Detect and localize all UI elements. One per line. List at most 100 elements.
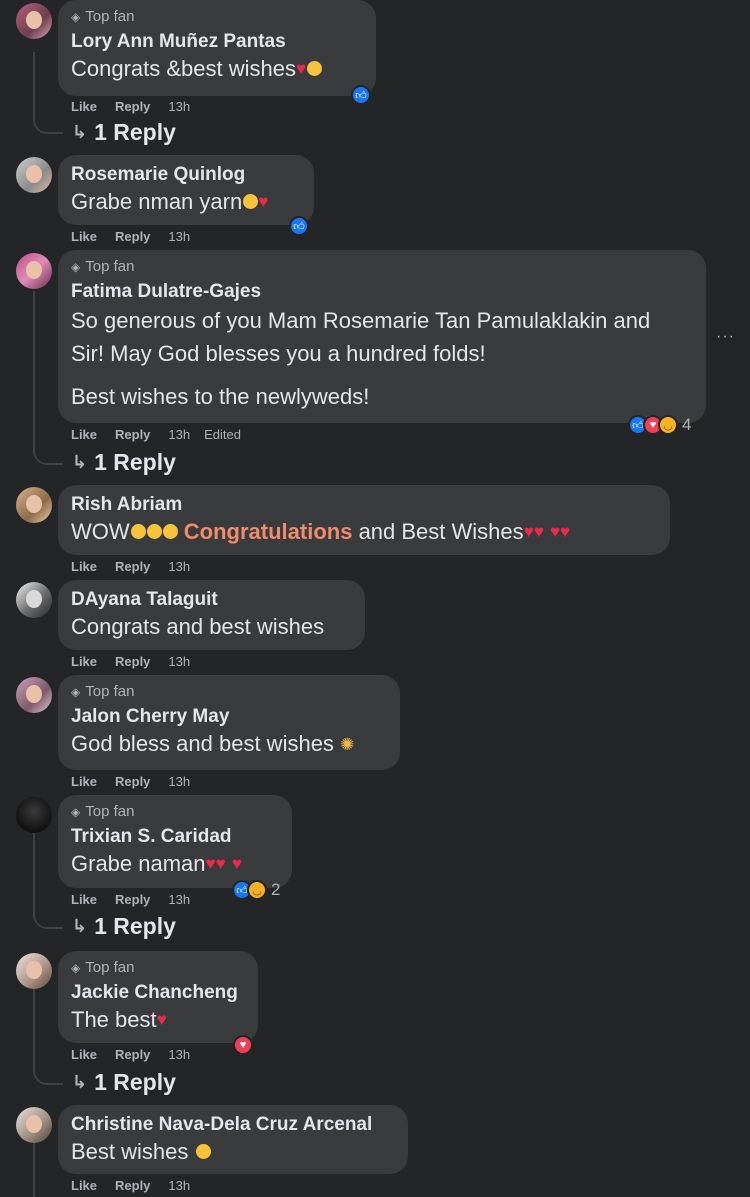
comment-bubble: ◈ Top fan Jalon Cherry May God bless and …: [58, 675, 400, 770]
edited-label[interactable]: Edited: [204, 427, 241, 442]
star-eyes-emoji-icon: [162, 523, 178, 539]
comment-author[interactable]: DAyana Talaguit: [71, 588, 352, 612]
avatar[interactable]: [16, 253, 52, 289]
comment-bubble: DAyana Talaguit Congrats and best wishes: [58, 580, 365, 650]
reply-button[interactable]: Reply: [115, 654, 150, 669]
comment-actions: Like Reply 13h: [71, 98, 190, 114]
comment-text: The best♥: [71, 1005, 245, 1036]
view-replies-link[interactable]: ↳ 1 Reply: [72, 1069, 176, 1096]
highlighted-text: Congratulations: [183, 519, 353, 544]
timestamp[interactable]: 13h: [168, 1047, 190, 1062]
timestamp[interactable]: 13h: [168, 559, 190, 574]
like-button[interactable]: Like: [71, 1047, 97, 1062]
comment-author[interactable]: Jackie Chancheng: [71, 981, 245, 1005]
like-button[interactable]: Like: [71, 427, 97, 442]
comment-author[interactable]: Rosemarie Quinlog: [71, 163, 301, 187]
heart-emoji-icon: ♥: [258, 192, 269, 212]
reply-button[interactable]: Reply: [115, 427, 150, 442]
comment-author[interactable]: Fatima Dulatre-Gajes: [71, 280, 693, 304]
top-fan-badge: ◈ Top fan: [71, 8, 135, 25]
reaction-count: 2: [271, 880, 281, 899]
timestamp[interactable]: 13h: [168, 892, 190, 907]
reply-button[interactable]: Reply: [115, 99, 150, 114]
thread-connector: [33, 1143, 35, 1197]
star-eyes-emoji-icon: [195, 1143, 211, 1159]
comment-bubble: Christine Nava-Dela Cruz Arcenal Best wi…: [58, 1105, 408, 1174]
reaction-summary[interactable]: 👍︎: [351, 84, 371, 106]
top-fan-badge: ◈ Top fan: [71, 959, 135, 976]
like-button[interactable]: Like: [71, 774, 97, 789]
star-eyes-emoji-icon: [243, 193, 259, 209]
reply-button[interactable]: Reply: [115, 1178, 150, 1193]
diamond-icon: ◈: [71, 260, 81, 274]
comment-author[interactable]: Jalon Cherry May: [71, 705, 387, 729]
reply-arrow-icon: ↳: [72, 452, 88, 472]
reaction-summary[interactable]: 👍︎: [289, 215, 309, 237]
reply-button[interactable]: Reply: [115, 229, 150, 244]
avatar[interactable]: [16, 797, 52, 833]
timestamp[interactable]: 13h: [168, 229, 190, 244]
like-button[interactable]: Like: [71, 654, 97, 669]
reaction-summary[interactable]: ♥: [233, 1034, 253, 1056]
top-fan-badge: ◈ Top fan: [71, 683, 135, 700]
comment-text: Best wishes to the newlyweds!: [71, 384, 370, 409]
comment-text: Congrats &best wishes♥: [71, 54, 363, 85]
comment-bubble: Rish Abriam WOW Congratulations and Best…: [58, 485, 670, 555]
top-fan-badge: ◈ Top fan: [71, 803, 135, 820]
avatar[interactable]: [16, 1107, 52, 1143]
reply-button[interactable]: Reply: [115, 559, 150, 574]
comment-bubble: ◈ Top fan Lory Ann Muñez Pantas Congrats …: [58, 0, 376, 96]
avatar[interactable]: [16, 487, 52, 523]
timestamp[interactable]: 13h: [168, 654, 190, 669]
comment-author[interactable]: Trixian S. Caridad: [71, 825, 279, 849]
heart-emoji-icon: ♥: [549, 522, 561, 542]
haha-icon: ◡: [247, 880, 267, 900]
avatar[interactable]: [16, 157, 52, 193]
star-eyes-emoji-icon: [130, 523, 146, 539]
reaction-summary[interactable]: 👍︎ ◡ 2: [232, 879, 280, 901]
comment-author[interactable]: Christine Nava-Dela Cruz Arcenal: [71, 1113, 395, 1137]
like-button[interactable]: Like: [71, 559, 97, 574]
reaction-summary[interactable]: 👍︎ ♥ ◡ 4: [628, 414, 691, 436]
like-button[interactable]: Like: [71, 99, 97, 114]
reply-button[interactable]: Reply: [115, 774, 150, 789]
kiss-emoji-icon: [307, 60, 323, 76]
view-replies-link[interactable]: ↳ 1 Reply: [72, 449, 176, 476]
view-replies-link[interactable]: ↳ 1 Reply: [72, 913, 176, 940]
reply-arrow-icon: ↳: [72, 122, 88, 142]
more-options-button[interactable]: ···: [716, 328, 735, 346]
star-eyes-emoji-icon: [146, 523, 162, 539]
comment-author[interactable]: Lory Ann Muñez Pantas: [71, 30, 363, 54]
comment-actions: Like Reply 13h: [71, 228, 190, 244]
like-button[interactable]: Like: [71, 229, 97, 244]
heart-emoji-icon: ♥: [215, 854, 226, 874]
reply-arrow-icon: ↳: [72, 1072, 88, 1092]
diamond-icon: ◈: [71, 685, 81, 699]
timestamp[interactable]: 13h: [168, 1178, 190, 1193]
comment-text: So generous of you Mam Rosemarie Tan Pam…: [71, 308, 651, 366]
heart-emoji-icon: ♥: [533, 522, 544, 542]
reply-button[interactable]: Reply: [115, 1047, 150, 1062]
timestamp[interactable]: 13h: [168, 427, 190, 442]
avatar[interactable]: [16, 582, 52, 618]
comment-text: Grabe naman♥♥ ♥: [71, 849, 279, 880]
heart-emoji-icon: ♥: [231, 854, 242, 874]
comment-text: God bless and best wishes ✺: [71, 729, 387, 760]
avatar[interactable]: [16, 953, 52, 989]
avatar[interactable]: [16, 3, 52, 39]
comment-text: WOW Congratulations and Best Wishes♥♥ ♥♥: [71, 517, 657, 548]
timestamp[interactable]: 13h: [168, 774, 190, 789]
comment-actions: Like Reply 13h: [71, 1177, 190, 1193]
timestamp[interactable]: 13h: [168, 99, 190, 114]
reply-button[interactable]: Reply: [115, 892, 150, 907]
haha-icon: ◡: [658, 415, 678, 435]
comment-author[interactable]: Rish Abriam: [71, 493, 657, 517]
like-button[interactable]: Like: [71, 892, 97, 907]
view-replies-link[interactable]: ↳ 1 Reply: [72, 119, 176, 146]
comment-text: Congrats and best wishes: [71, 614, 325, 639]
diamond-icon: ◈: [71, 961, 81, 975]
top-fan-badge: ◈ Top fan: [71, 258, 135, 275]
like-button[interactable]: Like: [71, 1178, 97, 1193]
avatar[interactable]: [16, 677, 52, 713]
comment-bubble: Rosemarie Quinlog Grabe nman yarn ♥: [58, 155, 314, 225]
